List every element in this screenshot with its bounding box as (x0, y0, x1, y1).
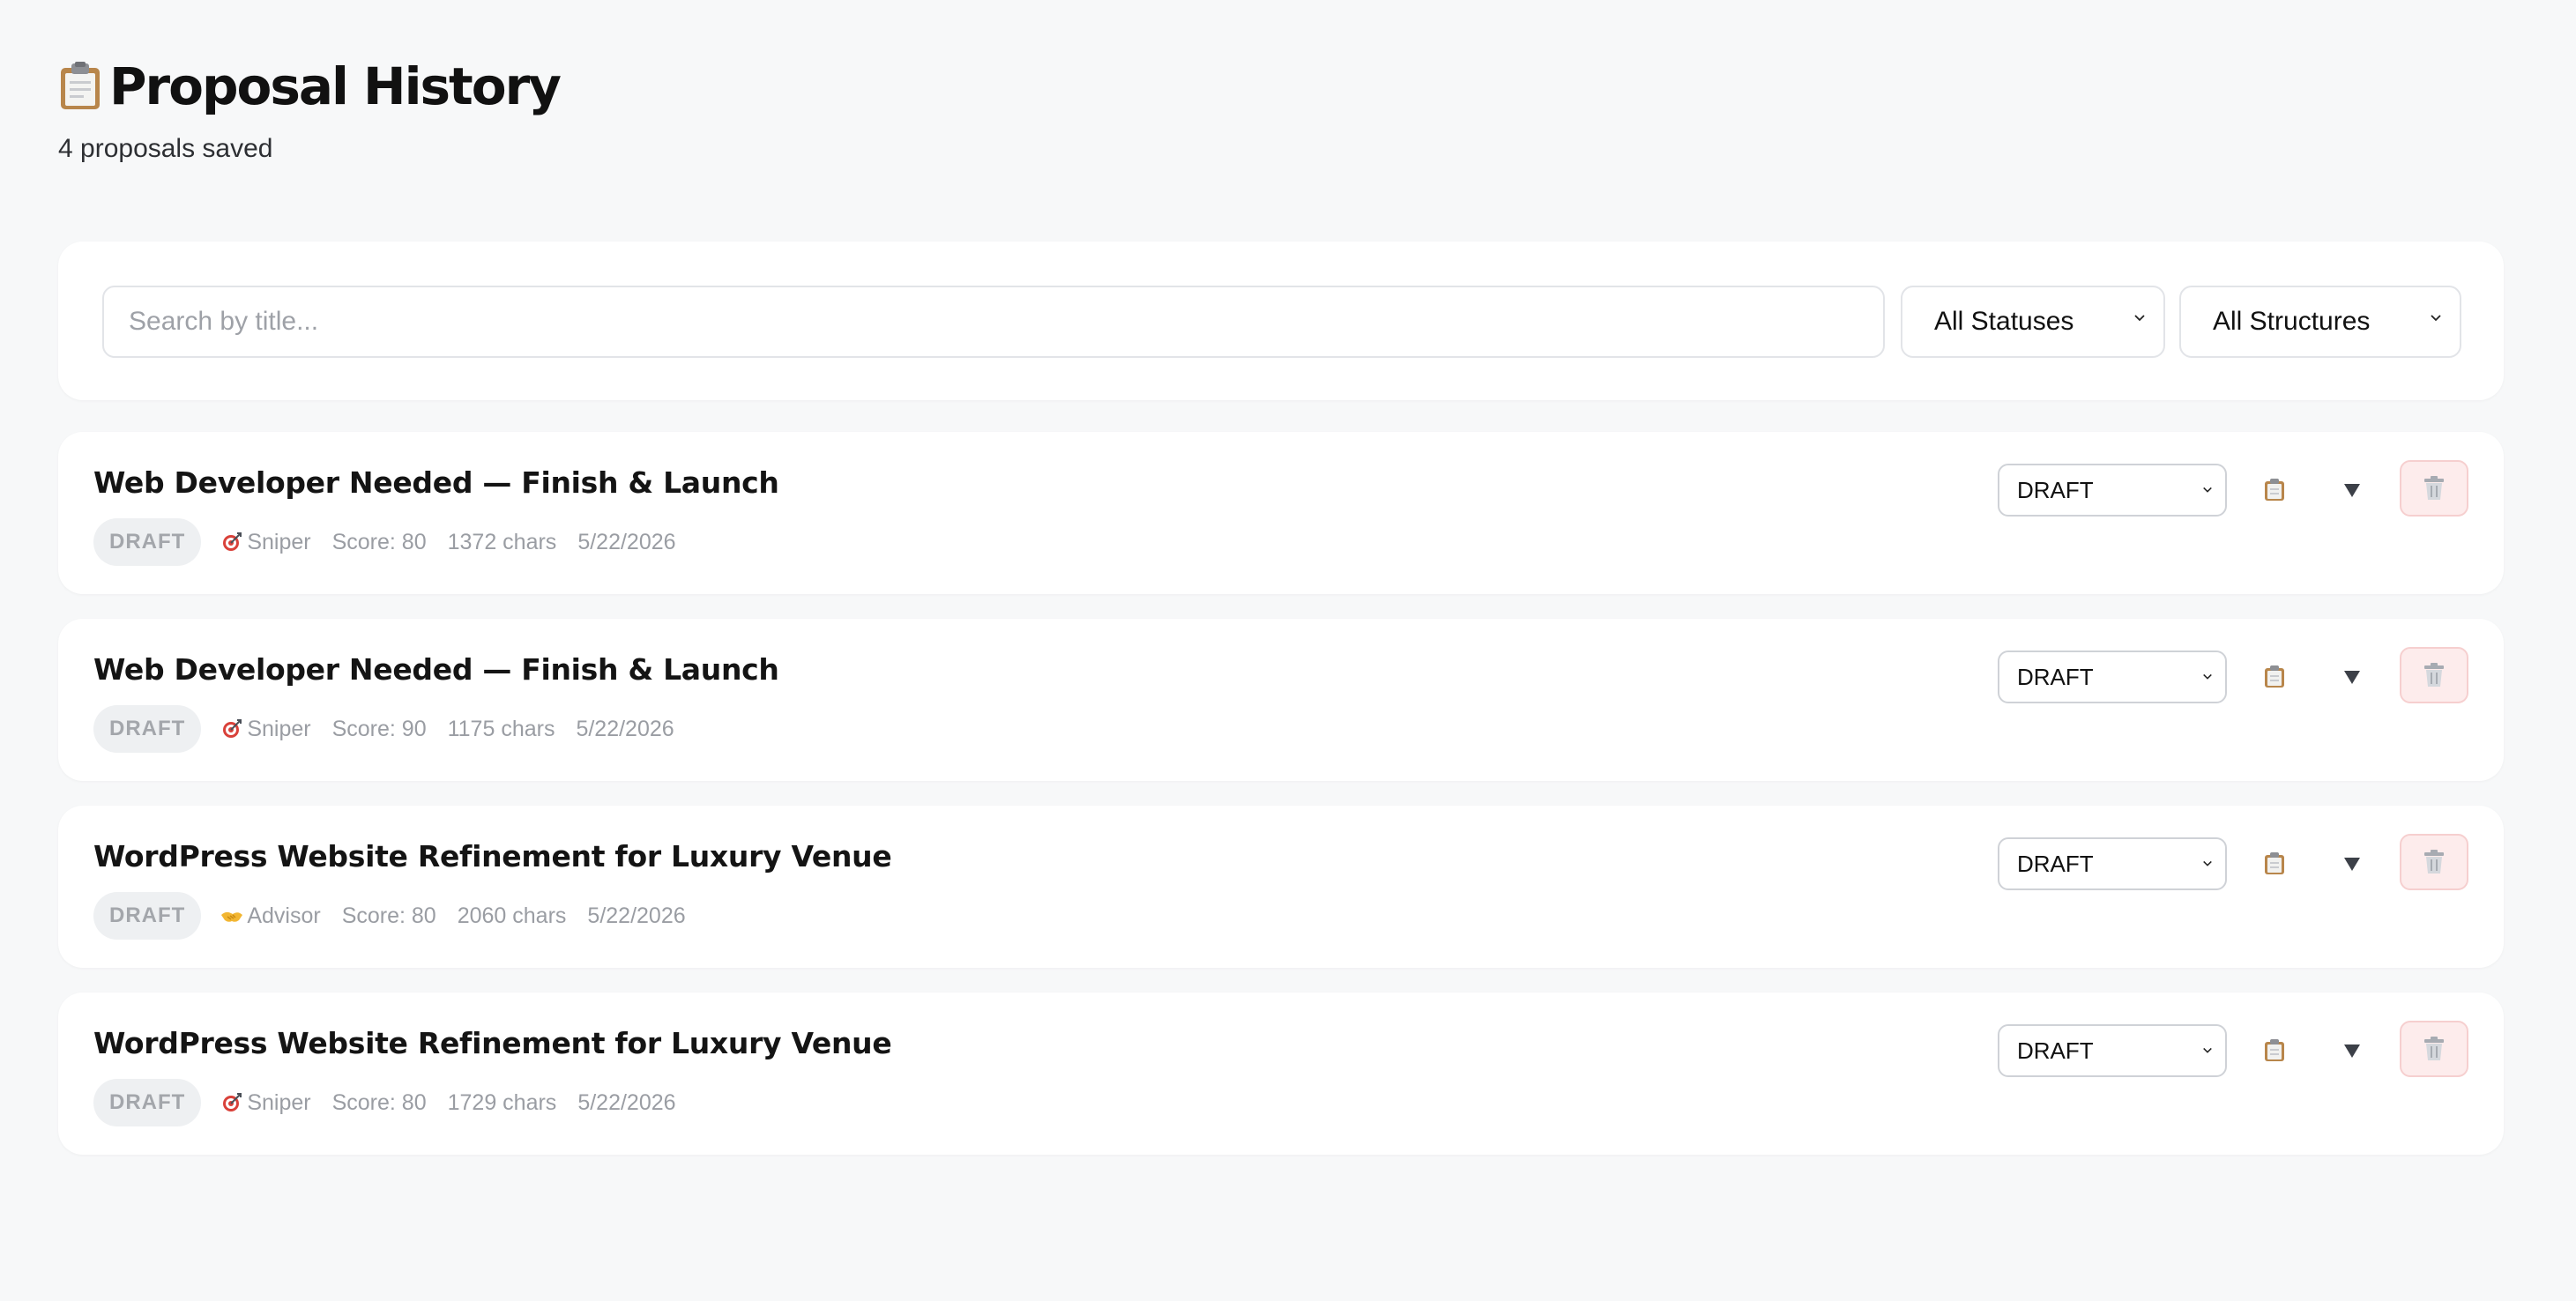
chevron-down-icon (2203, 673, 2212, 680)
caret-down-icon (2344, 858, 2360, 871)
proposal-status-value: DRAFT (2017, 1037, 2094, 1064)
proposal-status-value: DRAFT (2017, 663, 2094, 690)
proposal-card[interactable]: WordPress Website Refinement for Luxury … (58, 806, 2504, 968)
expand-button[interactable] (2334, 471, 2370, 509)
target-icon (223, 719, 242, 738)
char-count: 1729 chars (447, 1089, 557, 1115)
date: 5/22/2026 (576, 716, 674, 741)
proposal-card[interactable]: Web Developer Needed — Finish & Launch D… (58, 619, 2504, 781)
delete-button[interactable] (2400, 647, 2468, 703)
structure-tag: Sniper (220, 529, 311, 555)
date: 5/22/2026 (587, 903, 686, 928)
proposal-status-select[interactable]: DRAFT (1998, 1024, 2227, 1077)
trash-icon (2424, 476, 2444, 500)
structure-name: Sniper (247, 716, 311, 741)
trash-icon (2424, 663, 2444, 687)
char-count: 2060 chars (457, 903, 567, 928)
char-count: 1372 chars (447, 529, 557, 554)
proposal-meta: DRAFT Advisor Score: 80 2060 chars 5/22/… (93, 892, 707, 940)
copy-button[interactable] (2259, 848, 2290, 880)
proposal-title[interactable]: Web Developer Needed — Finish & Launch (93, 652, 779, 687)
proposal-card[interactable]: WordPress Website Refinement for Luxury … (58, 992, 2504, 1155)
proposal-title[interactable]: WordPress Website Refinement for Luxury … (93, 839, 892, 874)
proposal-status-value: DRAFT (2017, 476, 2094, 503)
structure-filter-value: All Structures (2213, 307, 2371, 336)
structure-name: Sniper (247, 529, 311, 554)
structure-filter-select[interactable]: All Structures (2179, 286, 2461, 358)
expand-button[interactable] (2334, 1031, 2370, 1070)
copy-button[interactable] (2259, 661, 2290, 693)
proposal-meta: DRAFT Sniper Score: 80 1372 chars 5/22/2… (93, 518, 697, 566)
clipboard-icon (2265, 479, 2284, 501)
score: Score: 80 (331, 529, 427, 554)
score: Score: 90 (331, 716, 427, 741)
target-icon (223, 532, 242, 551)
proposal-meta: DRAFT Sniper Score: 80 1729 chars 5/22/2… (93, 1079, 697, 1126)
score: Score: 80 (341, 903, 436, 928)
structure-name: Advisor (247, 903, 321, 928)
proposal-title[interactable]: Web Developer Needed — Finish & Launch (93, 465, 779, 500)
status-filter-value: All Statuses (1934, 307, 2074, 336)
caret-down-icon (2344, 484, 2360, 497)
expand-button[interactable] (2334, 658, 2370, 696)
score: Score: 80 (331, 1089, 427, 1115)
chevron-down-icon (2203, 860, 2212, 866)
date: 5/22/2026 (577, 1089, 676, 1115)
delete-button[interactable] (2400, 834, 2468, 890)
proposal-status-select[interactable]: DRAFT (1998, 464, 2227, 517)
trash-icon (2424, 850, 2444, 874)
proposal-status-select[interactable]: DRAFT (1998, 837, 2227, 890)
page-header: Proposal History 4 proposals saved (58, 56, 562, 164)
clipboard-icon (2265, 665, 2284, 688)
clipboard-icon (2265, 1039, 2284, 1061)
chevron-down-icon (2134, 315, 2145, 322)
copy-button[interactable] (2259, 474, 2290, 506)
trash-icon (2424, 1037, 2444, 1060)
target-icon (223, 1093, 242, 1111)
caret-down-icon (2344, 1045, 2360, 1058)
copy-button[interactable] (2259, 1035, 2290, 1067)
proposal-status-select[interactable]: DRAFT (1998, 650, 2227, 703)
status-badge: DRAFT (93, 518, 202, 566)
search-input[interactable] (102, 286, 1885, 358)
expand-button[interactable] (2334, 844, 2370, 883)
page-title: Proposal History (109, 56, 562, 116)
date: 5/22/2026 (577, 529, 676, 554)
chevron-down-icon (2431, 315, 2441, 322)
status-badge: DRAFT (93, 892, 202, 940)
status-badge: DRAFT (93, 705, 202, 753)
chevron-down-icon (2203, 1047, 2212, 1053)
structure-name: Sniper (247, 1089, 311, 1115)
status-filter-select[interactable]: All Statuses (1901, 286, 2165, 358)
clipboard-icon (58, 62, 102, 111)
proposal-status-value: DRAFT (2017, 850, 2094, 877)
delete-button[interactable] (2400, 1021, 2468, 1077)
proposal-title[interactable]: WordPress Website Refinement for Luxury … (93, 1026, 892, 1060)
handshake-icon (221, 911, 243, 922)
char-count: 1175 chars (447, 716, 555, 741)
chevron-down-icon (2203, 487, 2212, 493)
filter-bar: All Statuses All Structures (58, 242, 2504, 400)
proposal-card[interactable]: Web Developer Needed — Finish & Launch D… (58, 432, 2504, 594)
proposal-meta: DRAFT Sniper Score: 90 1175 chars 5/22/2… (93, 705, 696, 753)
status-badge: DRAFT (93, 1079, 202, 1126)
proposal-count: 4 proposals saved (58, 134, 273, 163)
structure-tag: Advisor (220, 903, 321, 929)
clipboard-icon (2265, 852, 2284, 874)
title-row: Proposal History (58, 56, 562, 116)
structure-tag: Sniper (220, 1089, 311, 1116)
caret-down-icon (2344, 671, 2360, 684)
structure-tag: Sniper (220, 716, 311, 742)
delete-button[interactable] (2400, 460, 2468, 517)
